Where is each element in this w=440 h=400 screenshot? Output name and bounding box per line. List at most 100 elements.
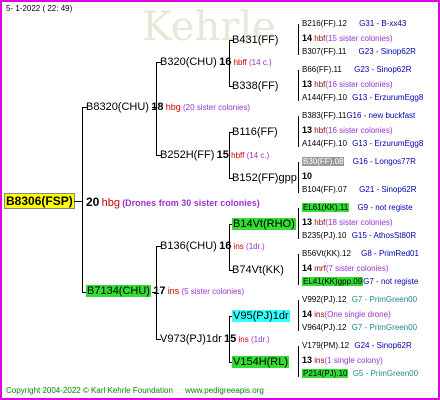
g2-name[interactable]: B320(CHU) <box>160 56 217 68</box>
g4-mid: 13 hbf(16 sister colonies) <box>302 125 393 135</box>
g3-name[interactable]: V95(PJ)1dr <box>232 310 290 322</box>
g2-extra: (14 c.) <box>249 58 272 67</box>
root-extra: (Drones from 30 sister colonies) <box>122 198 260 208</box>
g4-year: 13 <box>302 79 313 89</box>
g3-item[interactable]: B338(FF) <box>232 80 278 92</box>
g4-bot[interactable]: B104(FF).07 G21 - Sinop62R <box>302 185 417 194</box>
g4-top[interactable]: V992(PJ).12 G7 - PrimGreen00 <box>302 295 417 304</box>
footer-site[interactable]: www.pedigreeapis.org <box>185 386 264 395</box>
g1-item[interactable]: B7134(CHU) 17 ins (5 sister colonies) <box>86 285 244 297</box>
g4-bot-src: G21 - Sinop62R <box>359 185 417 194</box>
g4-top[interactable]: EL61(KK).11 G9 - not registe <box>302 203 413 212</box>
g2-item[interactable]: B252H(FF) 15 hbff (14 c.) <box>160 149 269 161</box>
root-info: 20 hbg (Drones from 30 sister colonies) <box>86 195 260 209</box>
g4-top[interactable]: V179(PM).12 G24 - Sinop62R <box>302 341 412 350</box>
g4-year: 14 <box>302 263 313 273</box>
g4-top-name[interactable]: B216(FF).12 <box>302 19 347 28</box>
g4-top-src: G31 - B-xx43 <box>359 19 407 28</box>
g4-bot-name[interactable]: P214(PJ).10 <box>302 369 349 378</box>
g3-item[interactable]: V154H(RL) <box>232 356 290 368</box>
g4-mid: 13 ins(1 single colony) <box>302 355 383 365</box>
root-queen[interactable]: B8306(FSP) <box>4 193 75 209</box>
g1-extra: (5 sister colonies) <box>181 287 245 296</box>
root-year: 20 <box>86 195 100 209</box>
g4-year: 13 <box>302 355 313 365</box>
g2-year: 15 <box>216 149 229 161</box>
root-note: hbg <box>101 197 120 209</box>
g1-note: hbg <box>165 102 181 112</box>
g4-top[interactable]: B216(FF).12 G31 - B-xx43 <box>302 19 406 28</box>
g1-name[interactable]: B8320(CHU) <box>86 101 149 113</box>
g4-top-name[interactable]: B383(FF).11 <box>302 111 346 120</box>
g4-top-src: G16 - new buckfast <box>346 111 416 120</box>
g3-item[interactable]: B116(FF) <box>232 126 278 138</box>
g4-bot[interactable]: EL41(KK)gpp.09G7 - not registe <box>302 277 418 286</box>
g4-top-src: G7 - PrimGreen00 <box>351 295 418 304</box>
g4-top[interactable]: B56Vt(KK).12 G8 - PrimRed01 <box>302 249 419 258</box>
g4-bot[interactable]: A144(FF).10 G13 - ErzurumEgg8 <box>302 139 423 148</box>
g1-name[interactable]: B7134(CHU) <box>86 285 151 297</box>
g2-note: ins <box>238 335 249 344</box>
g2-item[interactable]: V973(PJ)1dr 15 ins (1dr.) <box>160 333 270 345</box>
g4-bot-src: G13 - ErzurumEgg8 <box>352 93 424 102</box>
g4-note: hbf <box>314 218 326 227</box>
g4-bot[interactable]: V964(PJ).12 G7 - PrimGreen00 <box>302 323 417 332</box>
g3-item[interactable]: B14Vt(RHO) <box>232 218 296 230</box>
g4-extra: (16 sister colonies) <box>325 126 393 135</box>
g4-bot[interactable]: B235(PJ).10 G15 - AthosSt80R <box>302 231 416 240</box>
g4-year: 14 <box>302 309 313 319</box>
g4-top-name[interactable]: EL61(KK).11 <box>302 203 350 212</box>
root-name[interactable]: B8306(FSP) <box>4 193 75 209</box>
g4-top-name[interactable]: B56Vt(KK).12 <box>302 249 351 258</box>
g4-top-name[interactable]: B30(FF).08 <box>302 157 345 166</box>
g4-top[interactable]: B383(FF).11G16 - new buckfast <box>302 111 415 120</box>
g4-bot-name[interactable]: B104(FF).07 <box>302 185 347 194</box>
g4-bot-name[interactable]: A144(FF).10 <box>302 93 347 102</box>
g2-note: hbff <box>231 151 245 160</box>
g2-name[interactable]: B252H(FF) <box>160 149 214 161</box>
g4-bot-name[interactable]: A144(FF).10 <box>302 139 347 148</box>
g4-bot-name[interactable]: EL41(KK)gpp.09 <box>302 277 364 286</box>
g4-extra: (7 sister colonies) <box>325 264 389 273</box>
g2-item[interactable]: B320(CHU) 16 hbff (14 c.) <box>160 56 272 68</box>
g2-note: hbff <box>233 58 247 67</box>
g4-year: 10 <box>302 171 313 181</box>
g4-top-src: G24 - Sinop62R <box>354 341 412 350</box>
g4-year: 13 <box>302 125 313 135</box>
g3-item[interactable]: B74Vt(KK) <box>232 264 284 276</box>
g2-year: 15 <box>224 333 237 345</box>
pedigree-frame: Kehrle 5- 1-2022 ( 22: 49) B8306(FSP) 20… <box>0 0 440 400</box>
g4-bot-src: G15 - AthosSt80R <box>351 231 417 240</box>
g2-item[interactable]: B136(CHU) 16 ins (1dr.) <box>160 240 265 252</box>
g1-item[interactable]: B8320(CHU) 18 hbg (20 sister colonies) <box>86 101 250 113</box>
g3-item[interactable]: B431(FF) <box>232 34 278 46</box>
g2-name[interactable]: V973(PJ)1dr <box>160 333 222 345</box>
g4-top[interactable]: B66(FF).11 G23 - Sinop62R <box>302 65 411 74</box>
g4-extra: (16 sister colonies) <box>325 80 393 89</box>
g4-top-name[interactable]: B66(FF).11 <box>302 65 342 74</box>
g4-top-src: G9 - not registe <box>357 203 413 212</box>
g4-top[interactable]: B30(FF).08 G16 - Longos77R <box>302 157 416 166</box>
g4-bot[interactable]: B307(FF).11 G23 - Sinop62R <box>302 47 416 56</box>
g2-name[interactable]: B136(CHU) <box>160 240 217 252</box>
g4-bot-src: G13 - ErzurumEgg8 <box>352 139 424 148</box>
g4-bot-name[interactable]: B235(PJ).10 <box>302 231 346 240</box>
g4-top-name[interactable]: V992(PJ).12 <box>302 295 346 304</box>
g3-name[interactable]: V154H(RL) <box>232 356 290 368</box>
g4-extra: (15 sister colonies) <box>325 34 393 43</box>
g4-mid: 14 ins(One single drone) <box>302 309 391 319</box>
g4-bot[interactable]: A144(FF).10 G13 - ErzurumEgg8 <box>302 93 423 102</box>
g4-mid: 13 hbf(18 sister colonies) <box>302 217 393 227</box>
g4-bot-name[interactable]: V964(PJ).12 <box>302 323 346 332</box>
g4-extra: (1 single colony) <box>324 356 383 365</box>
g4-mid: 14 hbf(15 sister colonies) <box>302 33 393 43</box>
g4-bot-name[interactable]: B307(FF).11 <box>302 47 346 56</box>
g3-item[interactable]: B152(FF)gpp <box>232 172 297 184</box>
g2-note: ins <box>233 242 244 251</box>
g3-item[interactable]: V95(PJ)1dr <box>232 310 290 322</box>
g4-note: hbf <box>314 34 326 43</box>
g4-top-name[interactable]: V179(PM).12 <box>302 341 349 350</box>
g4-bot[interactable]: P214(PJ).10 G5 - PrimGreen00 <box>302 369 418 378</box>
g1-note: ins <box>167 286 180 296</box>
g3-name[interactable]: B14Vt(RHO) <box>232 218 296 230</box>
